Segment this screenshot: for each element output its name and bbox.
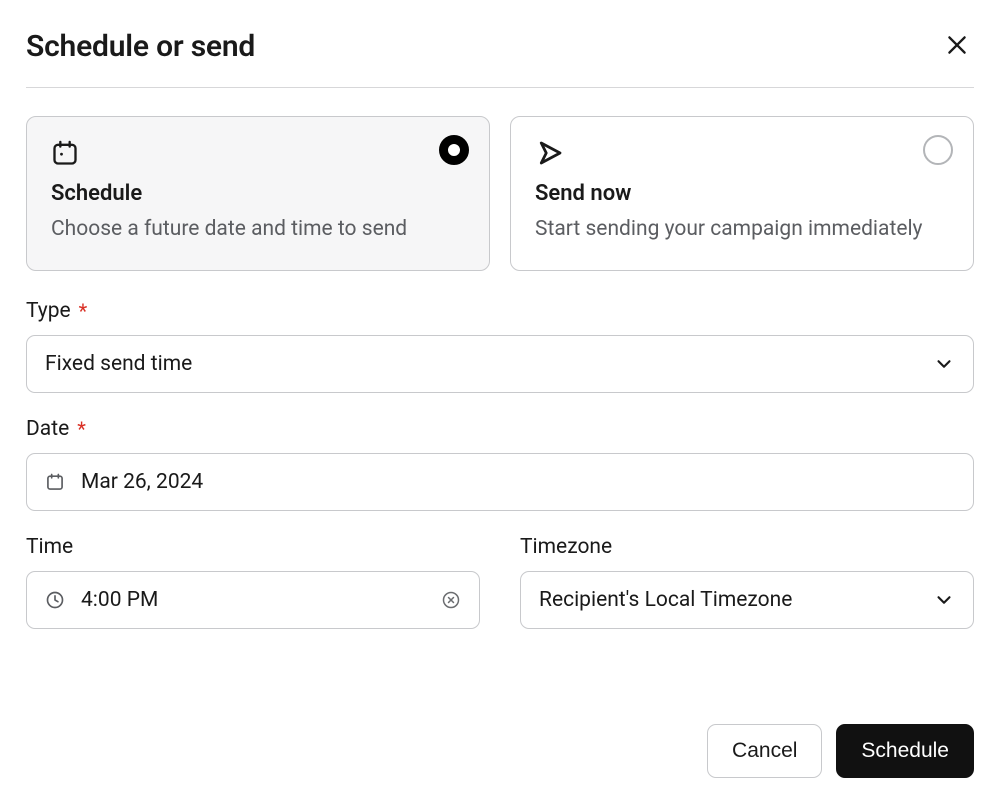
send-icon xyxy=(535,139,949,167)
option-send-now-desc: Start sending your campaign immediately xyxy=(535,214,949,244)
calendar-small-icon xyxy=(45,472,65,492)
modal-title: Schedule or send xyxy=(26,29,255,64)
field-timezone-label: Timezone xyxy=(520,535,974,559)
field-time: Time 4:00 PM xyxy=(26,535,480,629)
field-time-label: Time xyxy=(26,535,480,559)
field-type-label: Type * xyxy=(26,299,974,323)
option-send-now-title: Send now xyxy=(535,181,949,206)
option-schedule-title: Schedule xyxy=(51,181,465,206)
date-input[interactable]: Mar 26, 2024 xyxy=(26,453,974,511)
timezone-value: Recipient's Local Timezone xyxy=(539,588,792,612)
option-schedule[interactable]: Schedule Choose a future date and time t… xyxy=(26,116,490,271)
required-indicator: * xyxy=(77,417,86,441)
field-date: Date * Mar 26, 2024 xyxy=(26,417,974,511)
type-value: Fixed send time xyxy=(45,352,192,376)
option-schedule-desc: Choose a future date and time to send xyxy=(51,214,465,244)
close-button[interactable] xyxy=(940,28,974,65)
type-select[interactable]: Fixed send time xyxy=(26,335,974,393)
clock-icon xyxy=(45,590,65,610)
option-send-now[interactable]: Send now Start sending your campaign imm… xyxy=(510,116,974,271)
radio-unselected-icon xyxy=(923,135,953,165)
modal-footer: Cancel Schedule xyxy=(707,724,974,778)
date-value: Mar 26, 2024 xyxy=(81,470,203,494)
field-date-label: Date * xyxy=(26,417,974,441)
radio-selected-icon xyxy=(439,135,469,165)
time-input[interactable]: 4:00 PM xyxy=(26,571,480,629)
label-text: Type xyxy=(26,299,71,323)
label-text: Timezone xyxy=(520,535,612,559)
clear-icon[interactable] xyxy=(441,590,461,610)
chevron-down-icon xyxy=(933,589,955,611)
chevron-down-icon xyxy=(933,353,955,375)
modal-header: Schedule or send xyxy=(26,28,974,65)
required-indicator: * xyxy=(79,299,88,323)
schedule-modal: Schedule or send Schedule xyxy=(0,0,1000,804)
time-timezone-row: Time 4:00 PM xyxy=(26,535,974,629)
cancel-button[interactable]: Cancel xyxy=(707,724,822,778)
label-text: Date xyxy=(26,417,69,441)
schedule-button[interactable]: Schedule xyxy=(836,724,974,778)
calendar-icon xyxy=(51,139,465,167)
time-value: 4:00 PM xyxy=(81,588,158,612)
label-text: Time xyxy=(26,535,73,559)
divider xyxy=(26,87,974,88)
close-icon xyxy=(944,32,970,61)
field-timezone: Timezone Recipient's Local Timezone xyxy=(520,535,974,629)
timezone-select[interactable]: Recipient's Local Timezone xyxy=(520,571,974,629)
field-type: Type * Fixed send time xyxy=(26,299,974,393)
send-options: Schedule Choose a future date and time t… xyxy=(26,116,974,271)
